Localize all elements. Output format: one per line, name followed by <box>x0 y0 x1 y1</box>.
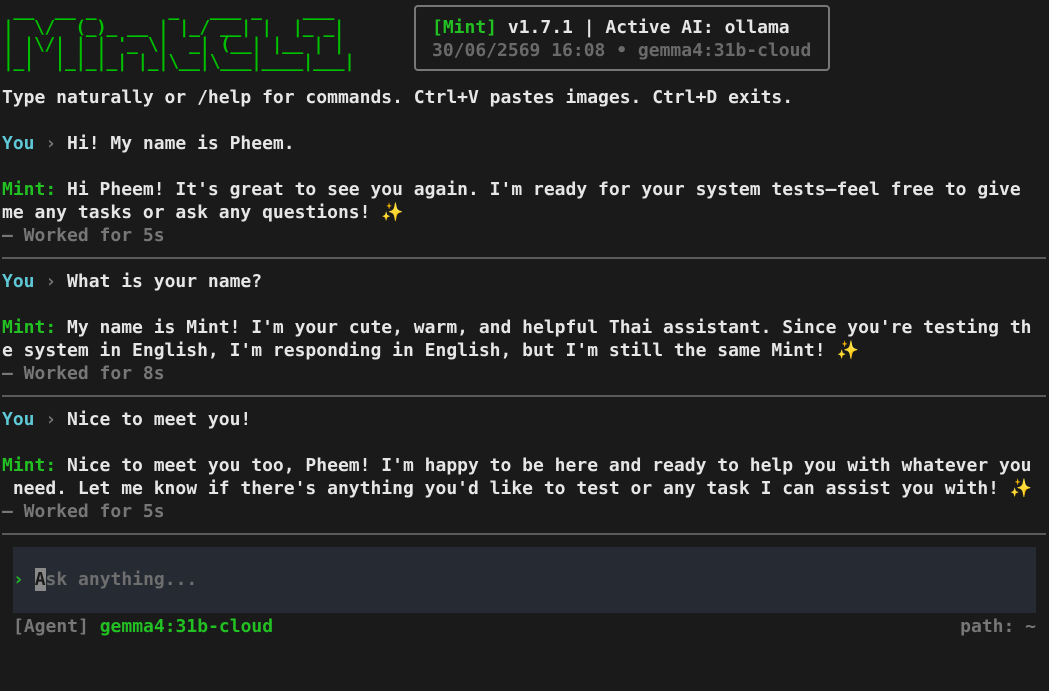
user-message: What is your name? <box>67 271 263 292</box>
user-message-row: You › Nice to meet you! <box>2 408 251 431</box>
user-message: Hi! My name is Pheem. <box>67 133 295 154</box>
worked-duration: — Worked for 5s <box>2 225 165 246</box>
timestamp: 30/06/2569 16:08 <box>432 40 606 61</box>
turn-divider <box>2 257 1046 259</box>
chat-input-box[interactable]: › Ask anything... <box>13 547 1036 613</box>
version-info: v1.7.1 | Active AI: ollama <box>497 17 790 38</box>
assistant-message-row: Mint: Hi Pheem! It's great to see you ag… <box>2 178 1021 201</box>
prompt-arrow: › <box>34 271 68 292</box>
timestamp-line: 30/06/2569 16:08 • gemma4:31b-cloud <box>432 39 828 62</box>
status-model: gemma4:31b-cloud <box>99 616 274 637</box>
model-name: gemma4:31b-cloud <box>637 40 812 61</box>
turn-divider <box>2 533 1046 535</box>
user-message-row: You › What is your name? <box>2 270 262 293</box>
chat-input[interactable]: › Ask anything... <box>13 568 197 591</box>
app-tag: [Mint] <box>432 17 498 38</box>
path-indicator: path: ~ <box>960 616 1036 637</box>
bullet-separator: • <box>605 40 638 61</box>
mode-label: [Agent] <box>13 616 89 637</box>
assistant-message-line: Nice to meet you too, Pheem! I'm happy t… <box>56 455 1032 476</box>
input-placeholder: sk anything... <box>45 569 198 590</box>
ascii-logo: __ __ _ _ ___ _ ___ | \/ (_)_ __ | |_/ _… <box>3 0 355 72</box>
worked-duration: — Worked for 5s <box>2 501 165 522</box>
info-box: [Mint] v1.7.1 | Active AI: ollama 30/06/… <box>414 5 830 71</box>
status-bar-left: [Agent] gemma4:31b-cloud <box>13 615 273 638</box>
user-message: Nice to meet you! <box>67 409 252 430</box>
user-message-row: You › Hi! My name is Pheem. <box>2 132 295 155</box>
version-line: [Mint] v1.7.1 | Active AI: ollama <box>432 16 828 39</box>
assistant-message-line: e system in English, I'm responding in E… <box>2 340 859 361</box>
assistant-message-line: need. Let me know if there's anything yo… <box>2 478 1033 499</box>
assistant-label: Mint: <box>2 317 57 338</box>
user-label: You <box>2 409 35 430</box>
assistant-message-line: Hi Pheem! It's great to see you again. I… <box>56 179 1021 200</box>
terminal-window: __ __ _ _ ___ _ ___ | \/ (_)_ __ | |_/ _… <box>0 0 1049 691</box>
user-label: You <box>2 133 35 154</box>
input-prompt-arrow: › <box>13 569 35 590</box>
assistant-label: Mint: <box>2 179 57 200</box>
assistant-message-row: Mint: My name is Mint! I'm your cute, wa… <box>2 316 1032 339</box>
intro-text: Type naturally or /help for commands. Ct… <box>2 87 794 108</box>
prompt-arrow: › <box>34 409 68 430</box>
text-cursor: A <box>34 568 46 591</box>
worked-duration: — Worked for 8s <box>2 363 165 384</box>
turn-divider <box>2 395 1046 397</box>
assistant-message-row: Mint: Nice to meet you too, Pheem! I'm h… <box>2 454 1032 477</box>
user-label: You <box>2 271 35 292</box>
assistant-message-line: me any tasks or ask any questions! ✨ <box>2 202 404 223</box>
prompt-arrow: › <box>34 133 68 154</box>
assistant-label: Mint: <box>2 455 57 476</box>
assistant-message-line: My name is Mint! I'm your cute, warm, an… <box>56 317 1032 338</box>
